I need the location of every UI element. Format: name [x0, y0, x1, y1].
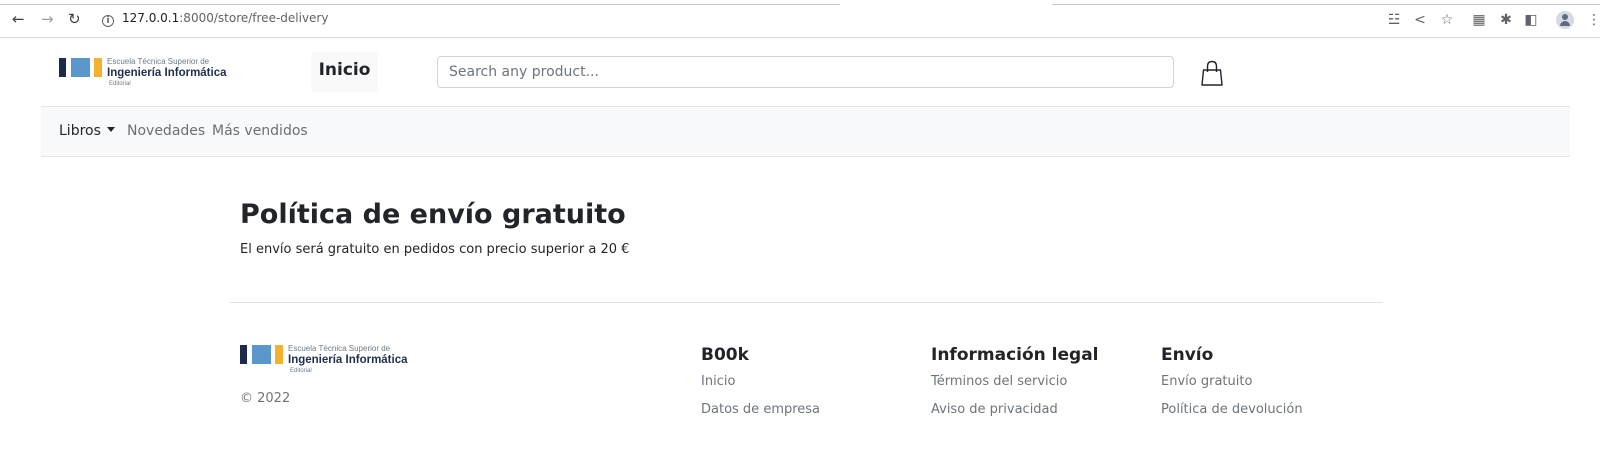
- logo-title: Ingeniería Informática: [288, 354, 408, 366]
- logo-bar-dark: [59, 58, 66, 77]
- site-info-icon[interactable]: i: [102, 15, 114, 27]
- footer-column-legal: Información legal Términos del servicio …: [931, 344, 1099, 428]
- selenium-extension-icon[interactable]: ▦: [1469, 10, 1489, 30]
- forward-arrow-icon[interactable]: →: [41, 10, 54, 28]
- footer-column-envio: Envío Envío gratuito Política de devoluc…: [1161, 344, 1303, 428]
- logo-editorial: Editorial: [109, 81, 131, 87]
- reload-icon[interactable]: ↻: [68, 10, 81, 28]
- translate-icon[interactable]: ☳: [1384, 10, 1404, 30]
- tab-strip-edge: [1052, 0, 1600, 5]
- footer-heading: B00k: [701, 345, 749, 365]
- footer-link-devolucion[interactable]: Política de devolución: [1161, 400, 1303, 428]
- shopping-bag-icon[interactable]: [1201, 60, 1223, 86]
- category-navbar: Libros Novedades Más vendidos: [41, 106, 1570, 157]
- logo-subtitle: Escuela Técnica Superior de: [107, 57, 210, 66]
- nav-item-label: Libros: [59, 123, 101, 139]
- home-button[interactable]: Inicio: [311, 52, 378, 92]
- caret-down-icon: [106, 127, 115, 132]
- logo-bar-blue: [252, 345, 271, 364]
- page-body-text: El envío será gratuito en pedidos con pr…: [240, 242, 630, 257]
- url-host: 127.0.0.1: [122, 11, 180, 25]
- logo-bar-dark: [240, 345, 247, 364]
- logo-subtitle: Escuela Técnica Superior de: [288, 344, 391, 353]
- footer-link-inicio[interactable]: Inicio: [701, 372, 820, 400]
- footer-column-b00k: B00k Inicio Datos de empresa: [701, 344, 820, 428]
- logo-bar-yellow: [275, 345, 283, 364]
- copyright-text: © 2022: [240, 391, 291, 406]
- side-panel-icon[interactable]: ◧: [1521, 10, 1541, 30]
- browser-toolbar: ← → ↻ i 127.0.0.1:8000/store/free-deliver…: [0, 0, 1600, 38]
- logo-bar-yellow: [94, 58, 102, 77]
- page-title: Política de envío gratuito: [240, 199, 626, 230]
- logo-editorial: Editorial: [290, 368, 312, 374]
- footer-link-terminos[interactable]: Términos del servicio: [931, 372, 1099, 400]
- extensions-puzzle-icon[interactable]: ✱: [1496, 10, 1516, 30]
- url-path: :8000/store/free-delivery: [179, 11, 329, 25]
- footer-heading: Información legal: [931, 345, 1099, 365]
- address-bar[interactable]: i 127.0.0.1:8000/store/free-delivery: [102, 11, 328, 27]
- logo-title: Ingeniería Informática: [107, 67, 227, 79]
- footer-link-envio-gratuito[interactable]: Envío gratuito: [1161, 372, 1303, 400]
- footer-link-datos-empresa[interactable]: Datos de empresa: [701, 400, 820, 428]
- nav-item-libros[interactable]: Libros: [59, 123, 115, 139]
- menu-kebab-icon[interactable]: ⋮: [1584, 10, 1600, 30]
- footer-logo[interactable]: Escuela Técnica Superior de Ingeniería I…: [240, 344, 420, 378]
- footer-divider: [230, 302, 1383, 303]
- search-input[interactable]: [437, 56, 1174, 88]
- tab-strip-edge: [0, 0, 840, 5]
- back-arrow-icon[interactable]: ←: [12, 10, 25, 28]
- share-icon[interactable]: <: [1410, 10, 1430, 30]
- logo-bar-blue: [71, 58, 90, 77]
- footer-heading: Envío: [1161, 345, 1214, 365]
- footer-link-privacidad[interactable]: Aviso de privacidad: [931, 400, 1099, 428]
- nav-item-mas-vendidos[interactable]: Más vendidos: [212, 123, 308, 139]
- bookmark-star-icon[interactable]: ☆: [1437, 10, 1457, 30]
- site-logo[interactable]: Escuela Técnica Superior de Ingeniería I…: [59, 57, 239, 91]
- profile-avatar-icon[interactable]: [1556, 11, 1574, 29]
- nav-item-novedades[interactable]: Novedades: [127, 123, 205, 139]
